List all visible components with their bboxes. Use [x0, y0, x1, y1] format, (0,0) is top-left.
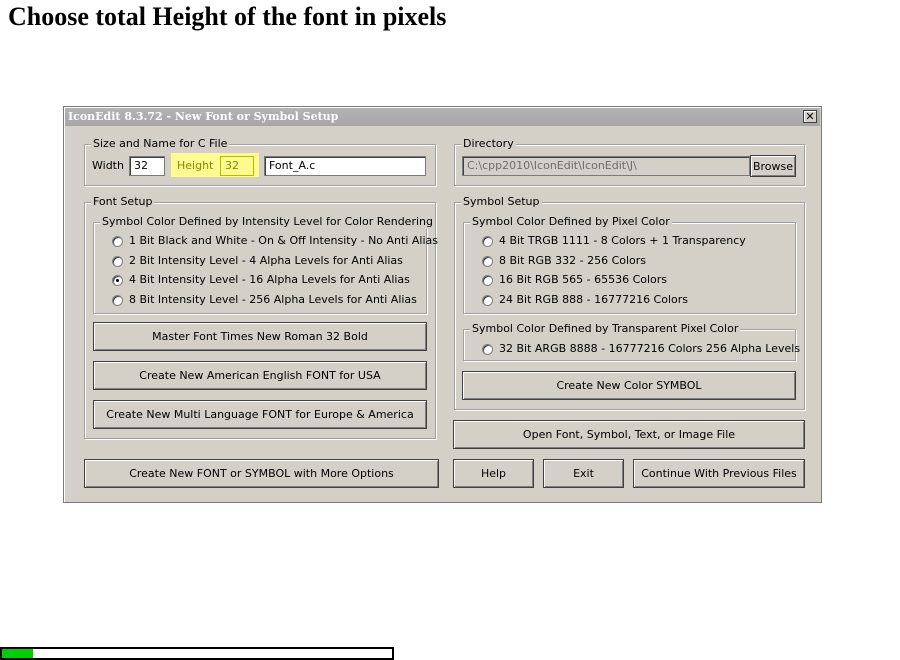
radio-2bit[interactable] — [112, 255, 123, 267]
directory-field[interactable]: C:\cpp2010\IconEdit\IconEdit\J\ — [462, 156, 750, 176]
help-button[interactable]: Help — [453, 459, 534, 488]
radio-1bit[interactable] — [112, 235, 123, 247]
create-multi-language-font-button[interactable]: Create New Multi Language FONT for Europ… — [93, 400, 427, 429]
browse-button[interactable]: Browse — [750, 155, 796, 177]
radio-argb-8888[interactable] — [482, 343, 493, 355]
symbol-setup-legend: Symbol Setup — [461, 195, 542, 209]
progress-bar — [0, 647, 394, 660]
radio-rgb-888[interactable] — [482, 294, 493, 306]
radio-4bit[interactable] — [112, 274, 123, 286]
intensity-option-8bit-label: 8 Bit Intensity Level - 256 Alpha Levels… — [129, 293, 417, 306]
intensity-option-4bit[interactable]: 4 Bit Intensity Level - 16 Alpha Levels … — [112, 273, 410, 287]
size-name-legend: Size and Name for C File — [91, 137, 230, 151]
intensity-option-8bit[interactable]: 8 Bit Intensity Level - 256 Alpha Levels… — [112, 293, 417, 307]
exit-button[interactable]: Exit — [543, 459, 624, 488]
continue-previous-files-button[interactable]: Continue With Previous Files — [633, 459, 805, 488]
create-more-options-button[interactable]: Create New FONT or SYMBOL with More Opti… — [84, 459, 439, 488]
radio-rgb-332[interactable] — [482, 255, 493, 267]
setup-dialog: IconEdit 8.3.72 - New Font or Symbol Set… — [63, 106, 822, 503]
transparent-option-32bit-label: 32 Bit ARGB 8888 - 16777216 Colors 256 A… — [499, 342, 801, 355]
close-button[interactable]: ✕ — [803, 110, 817, 123]
pixel-option-16bit-label: 16 Bit RGB 565 - 65536 Colors — [499, 273, 668, 286]
width-field[interactable]: 32 — [129, 156, 165, 176]
create-english-font-button[interactable]: Create New American English FONT for USA — [93, 361, 427, 390]
pixel-color-legend: Symbol Color Defined by Pixel Color — [470, 215, 672, 229]
radio-rgb-565[interactable] — [482, 274, 493, 286]
intensity-option-1bit[interactable]: 1 Bit Black and White - On & Off Intensi… — [112, 234, 438, 248]
width-label: Width — [92, 159, 124, 172]
pixel-option-8bit-label: 8 Bit RGB 332 - 256 Colors — [499, 254, 647, 267]
pixel-option-16bit[interactable]: 16 Bit RGB 565 - 65536 Colors — [482, 273, 667, 287]
create-color-symbol-button[interactable]: Create New Color SYMBOL — [462, 371, 796, 400]
intensity-option-4bit-label: 4 Bit Intensity Level - 16 Alpha Levels … — [129, 273, 410, 286]
radio-trgb-1111[interactable] — [482, 235, 493, 247]
progress-fill — [2, 649, 34, 658]
font-setup-legend: Font Setup — [91, 195, 155, 209]
directory-legend: Directory — [461, 137, 516, 151]
radio-8bit[interactable] — [112, 294, 123, 306]
intensity-legend: Symbol Color Defined by Intensity Level … — [100, 215, 435, 229]
transparent-color-legend: Symbol Color Defined by Transparent Pixe… — [470, 322, 741, 336]
pixel-option-4bit[interactable]: 4 Bit TRGB 1111 - 8 Colors + 1 Transpare… — [482, 234, 746, 248]
title-bar[interactable]: IconEdit 8.3.72 - New Font or Symbol Set… — [65, 108, 820, 126]
pixel-option-4bit-label: 4 Bit TRGB 1111 - 8 Colors + 1 Transpare… — [499, 234, 746, 247]
master-font-button[interactable]: Master Font Times New Roman 32 Bold — [93, 322, 427, 351]
pixel-option-8bit[interactable]: 8 Bit RGB 332 - 256 Colors — [482, 254, 646, 268]
window-title: IconEdit 8.3.72 - New Font or Symbol Set… — [68, 110, 339, 123]
file-name-field[interactable]: Font_A.c — [264, 156, 426, 176]
intensity-option-2bit-label: 2 Bit Intensity Level - 4 Alpha Levels f… — [129, 254, 403, 267]
intensity-option-2bit[interactable]: 2 Bit Intensity Level - 4 Alpha Levels f… — [112, 254, 403, 268]
page-heading: Choose total Height of the font in pixel… — [8, 2, 447, 31]
intensity-option-1bit-label: 1 Bit Black and White - On & Off Intensi… — [129, 234, 439, 247]
pixel-option-24bit[interactable]: 24 Bit RGB 888 - 16777216 Colors — [482, 293, 688, 307]
open-file-button[interactable]: Open Font, Symbol, Text, or Image File — [453, 420, 805, 449]
close-icon: ✕ — [805, 110, 815, 123]
pixel-option-24bit-label: 24 Bit RGB 888 - 16777216 Colors — [499, 293, 689, 306]
transparent-option-32bit[interactable]: 32 Bit ARGB 8888 - 16777216 Colors 256 A… — [482, 342, 800, 356]
height-label: Height — [177, 159, 214, 172]
height-field[interactable]: 32 — [220, 156, 254, 176]
